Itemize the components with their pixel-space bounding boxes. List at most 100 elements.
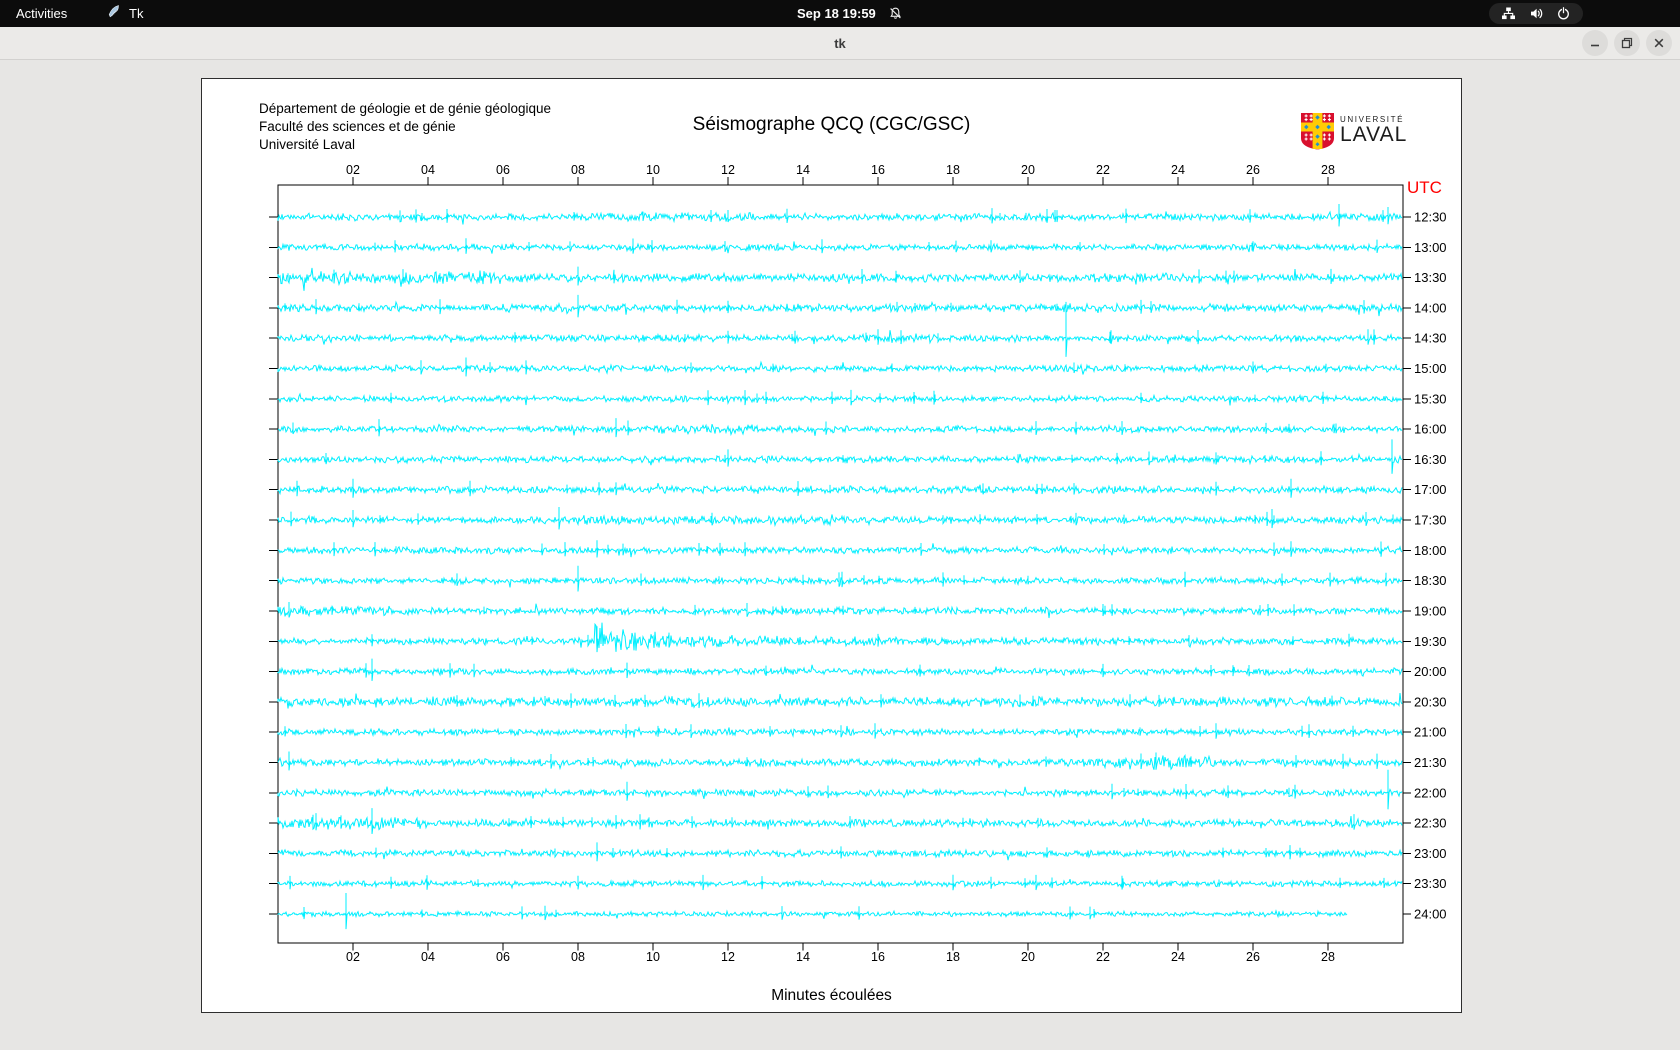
axis-tick-label: 04 — [421, 950, 435, 964]
trace-row: 14:30 — [269, 312, 1447, 357]
utc-time-label: 17:00 — [1414, 482, 1447, 497]
axis-tick-label: 26 — [1246, 950, 1260, 964]
trace-row: 19:00 — [269, 602, 1447, 618]
volume-icon — [1529, 6, 1544, 21]
utc-time-label: 16:30 — [1414, 452, 1447, 467]
activities-button[interactable]: Activities — [16, 0, 67, 27]
seismogram-trace — [278, 723, 1402, 739]
utc-time-label: 15:00 — [1414, 361, 1447, 376]
restore-icon — [1621, 37, 1633, 49]
axis-tick-label: 22 — [1096, 950, 1110, 964]
utc-time-label: 14:00 — [1414, 300, 1447, 315]
minimize-button[interactable] — [1582, 30, 1608, 56]
axis-tick-label: 26 — [1246, 163, 1260, 177]
notifications-disabled-icon — [888, 6, 903, 21]
axis-tick-label: 12 — [721, 163, 735, 177]
seismogram-trace — [278, 602, 1402, 618]
trace-row: 18:00 — [269, 540, 1447, 558]
seismogram-trace — [278, 390, 1402, 406]
trace-row: 12:30 — [269, 204, 1447, 226]
axis-tick-label: 16 — [871, 163, 885, 177]
trace-row: 16:30 — [269, 439, 1447, 473]
window-controls — [1582, 30, 1672, 56]
system-tray[interactable] — [1489, 3, 1583, 24]
trace-row: 13:00 — [269, 238, 1447, 255]
seismogram-trace — [278, 439, 1402, 473]
utc-time-label: 21:00 — [1414, 725, 1447, 740]
gnome-top-bar: Activities Tk Sep 18 19:59 — [0, 0, 1680, 27]
clock-button[interactable]: Sep 18 19:59 — [797, 0, 903, 27]
trace-row: 17:30 — [269, 507, 1447, 529]
axis-tick-label: 14 — [796, 950, 810, 964]
trace-row: 13:30 — [269, 267, 1447, 291]
minimize-icon — [1589, 37, 1601, 49]
axis-tick-label: 08 — [571, 950, 585, 964]
activities-label: Activities — [16, 6, 67, 21]
utc-time-label: 23:30 — [1414, 876, 1447, 891]
trace-row: 15:00 — [269, 358, 1447, 377]
x-axis-title: Minutes écoulées — [202, 987, 1461, 1005]
seismogram-trace — [278, 693, 1402, 708]
close-button[interactable] — [1646, 30, 1672, 56]
network-wired-icon — [1501, 6, 1516, 21]
window-title: tk — [0, 27, 1680, 59]
window-titlebar[interactable]: tk — [0, 27, 1680, 60]
seismogram-trace — [278, 204, 1402, 226]
utc-time-label: 19:30 — [1414, 634, 1447, 649]
axis-tick-label: 28 — [1321, 950, 1335, 964]
trace-row: 24:00 — [269, 893, 1447, 929]
utc-time-label: 22:00 — [1414, 785, 1447, 800]
utc-time-label: 20:00 — [1414, 664, 1447, 679]
seismogram-trace — [278, 295, 1402, 317]
axis-tick-label: 14 — [796, 163, 810, 177]
axis-tick-label: 18 — [946, 950, 960, 964]
utc-time-label: 14:30 — [1414, 331, 1447, 346]
axis-tick-label: 04 — [421, 163, 435, 177]
utc-axis-label: UTC — [1407, 178, 1442, 198]
utc-time-label: 16:00 — [1414, 422, 1447, 437]
seismogram-trace — [278, 479, 1402, 498]
trace-row: 21:30 — [269, 752, 1447, 771]
close-icon — [1653, 37, 1665, 49]
axis-tick-label: 06 — [496, 950, 510, 964]
axis-tick-label: 06 — [496, 163, 510, 177]
helicorder-plot: 0202040406060808101012121414161618182020… — [202, 79, 1463, 1014]
utc-time-label: 21:30 — [1414, 755, 1447, 770]
power-icon — [1556, 6, 1571, 21]
plot-frame — [278, 185, 1403, 943]
restore-button[interactable] — [1614, 30, 1640, 56]
seismogram-trace — [278, 267, 1402, 291]
utc-time-label: 20:30 — [1414, 694, 1447, 709]
axis-tick-label: 22 — [1096, 163, 1110, 177]
trace-row: 20:00 — [269, 659, 1447, 681]
axis-tick-label: 20 — [1021, 950, 1035, 964]
trace-row: 16:00 — [269, 418, 1447, 437]
axis-tick-label: 12 — [721, 950, 735, 964]
seismogram-trace — [278, 752, 1402, 771]
trace-row: 23:00 — [269, 842, 1447, 861]
focused-app-label: Tk — [129, 6, 143, 21]
utc-time-label: 12:30 — [1414, 210, 1447, 225]
trace-row: 22:30 — [269, 808, 1447, 834]
trace-row: 15:30 — [269, 390, 1447, 406]
seismogram-trace — [278, 312, 1402, 357]
seismogram-trace — [278, 808, 1402, 834]
seismogram-trace — [278, 238, 1402, 254]
axis-tick-label: 08 — [571, 163, 585, 177]
axis-tick-label: 02 — [346, 950, 360, 964]
utc-time-label: 18:00 — [1414, 543, 1447, 558]
seismogram-trace — [278, 842, 1402, 861]
trace-row: 21:00 — [269, 723, 1447, 739]
axis-tick-label: 02 — [346, 163, 360, 177]
focused-app-indicator[interactable]: Tk — [106, 0, 143, 27]
seismogram-trace — [278, 418, 1402, 437]
axis-tick-label: 28 — [1321, 163, 1335, 177]
utc-time-label: 13:00 — [1414, 240, 1447, 255]
utc-time-label: 19:00 — [1414, 603, 1447, 618]
clock-label: Sep 18 19:59 — [797, 6, 876, 21]
seismogram-trace — [278, 875, 1402, 891]
seismogram-trace — [278, 507, 1402, 529]
trace-row: 19:30 — [269, 623, 1447, 652]
axis-tick-label: 24 — [1171, 163, 1185, 177]
seismogram-trace — [278, 540, 1402, 557]
